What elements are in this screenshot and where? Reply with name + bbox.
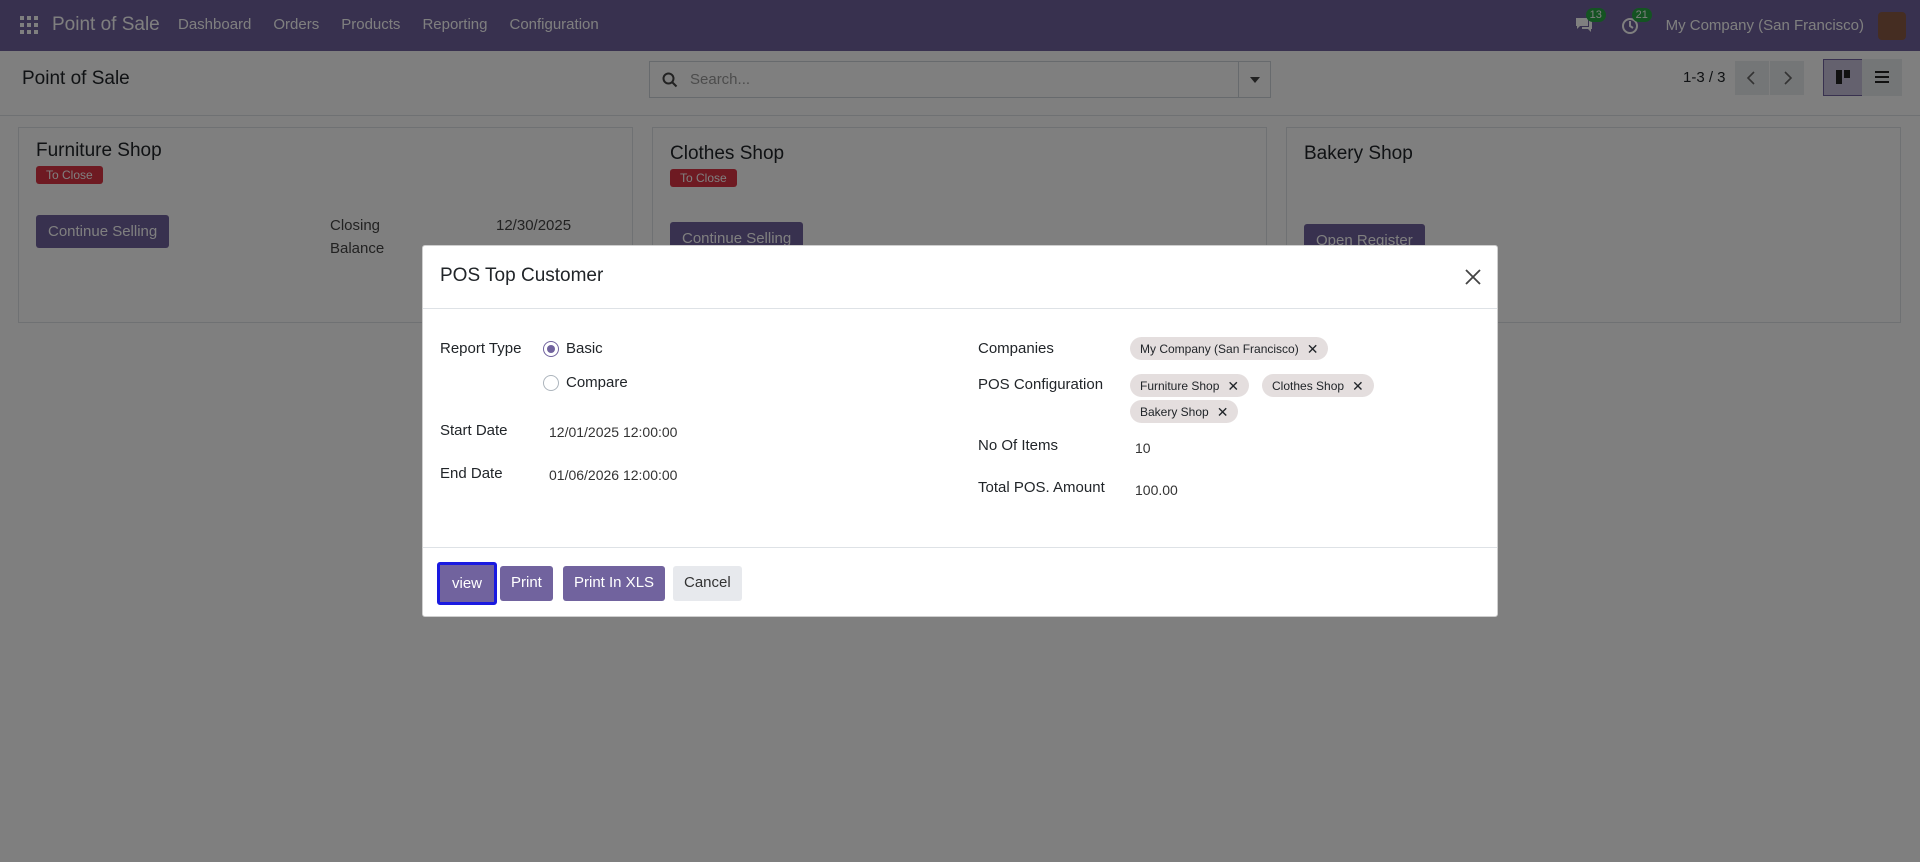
print-xls-button[interactable]: Print In XLS [563, 566, 666, 601]
pos-config-tag-furniture: Furniture Shop ✕ [1130, 374, 1250, 397]
remove-tag-icon[interactable]: ✕ [1307, 342, 1319, 356]
print-button[interactable]: Print [500, 566, 553, 601]
company-tag-label: My Company (San Francisco) [1140, 341, 1299, 356]
cancel-button[interactable]: Cancel [673, 566, 742, 601]
start-date-field[interactable]: 12/01/2025 12:00:00 [549, 424, 677, 440]
close-icon [1465, 269, 1481, 285]
report-type-label: Report Type [440, 340, 522, 357]
remove-tag-icon[interactable]: ✕ [1352, 379, 1364, 393]
modal-title: POS Top Customer [440, 265, 604, 286]
total-pos-amount-label: Total POS. Amount [978, 479, 1105, 496]
pos-config-tag-bakery: Bakery Shop ✕ [1130, 400, 1239, 423]
modal-footer: view Print Print In XLS Cancel [423, 547, 1497, 618]
remove-tag-icon[interactable]: ✕ [1217, 405, 1229, 419]
modal-body: Report Type Basic Compare Start Date 12/… [423, 309, 1497, 547]
remove-tag-icon[interactable]: ✕ [1227, 379, 1239, 393]
companies-label: Companies [978, 340, 1054, 357]
start-date-label: Start Date [440, 422, 508, 439]
modal-header: POS Top Customer [423, 246, 1497, 309]
no-of-items-label: No Of Items [978, 437, 1059, 454]
total-pos-amount-field[interactable]: 100.00 [1135, 482, 1178, 498]
pos-configuration-label: POS Configuration [978, 376, 1104, 393]
radio-basic-label[interactable]: Basic [566, 340, 603, 357]
end-date-label: End Date [440, 465, 503, 482]
pos-top-customer-dialog: POS Top Customer Report Type Basic Compa… [422, 245, 1498, 617]
no-of-items-field[interactable]: 10 [1135, 440, 1151, 456]
pos-config-tag-clothes: Clothes Shop ✕ [1262, 374, 1374, 397]
end-date-field[interactable]: 01/06/2026 12:00:00 [549, 467, 677, 483]
pos-config-tag-label: Bakery Shop [1140, 404, 1209, 419]
pos-config-tag-label: Clothes Shop [1272, 378, 1345, 393]
view-button[interactable]: view [437, 562, 497, 605]
company-tag: My Company (San Francisco) ✕ [1130, 337, 1329, 360]
pos-config-tag-label: Furniture Shop [1140, 378, 1220, 393]
radio-basic[interactable] [543, 341, 559, 357]
close-button[interactable] [1459, 263, 1487, 291]
radio-compare-label[interactable]: Compare [566, 374, 628, 391]
radio-compare[interactable] [543, 375, 559, 391]
